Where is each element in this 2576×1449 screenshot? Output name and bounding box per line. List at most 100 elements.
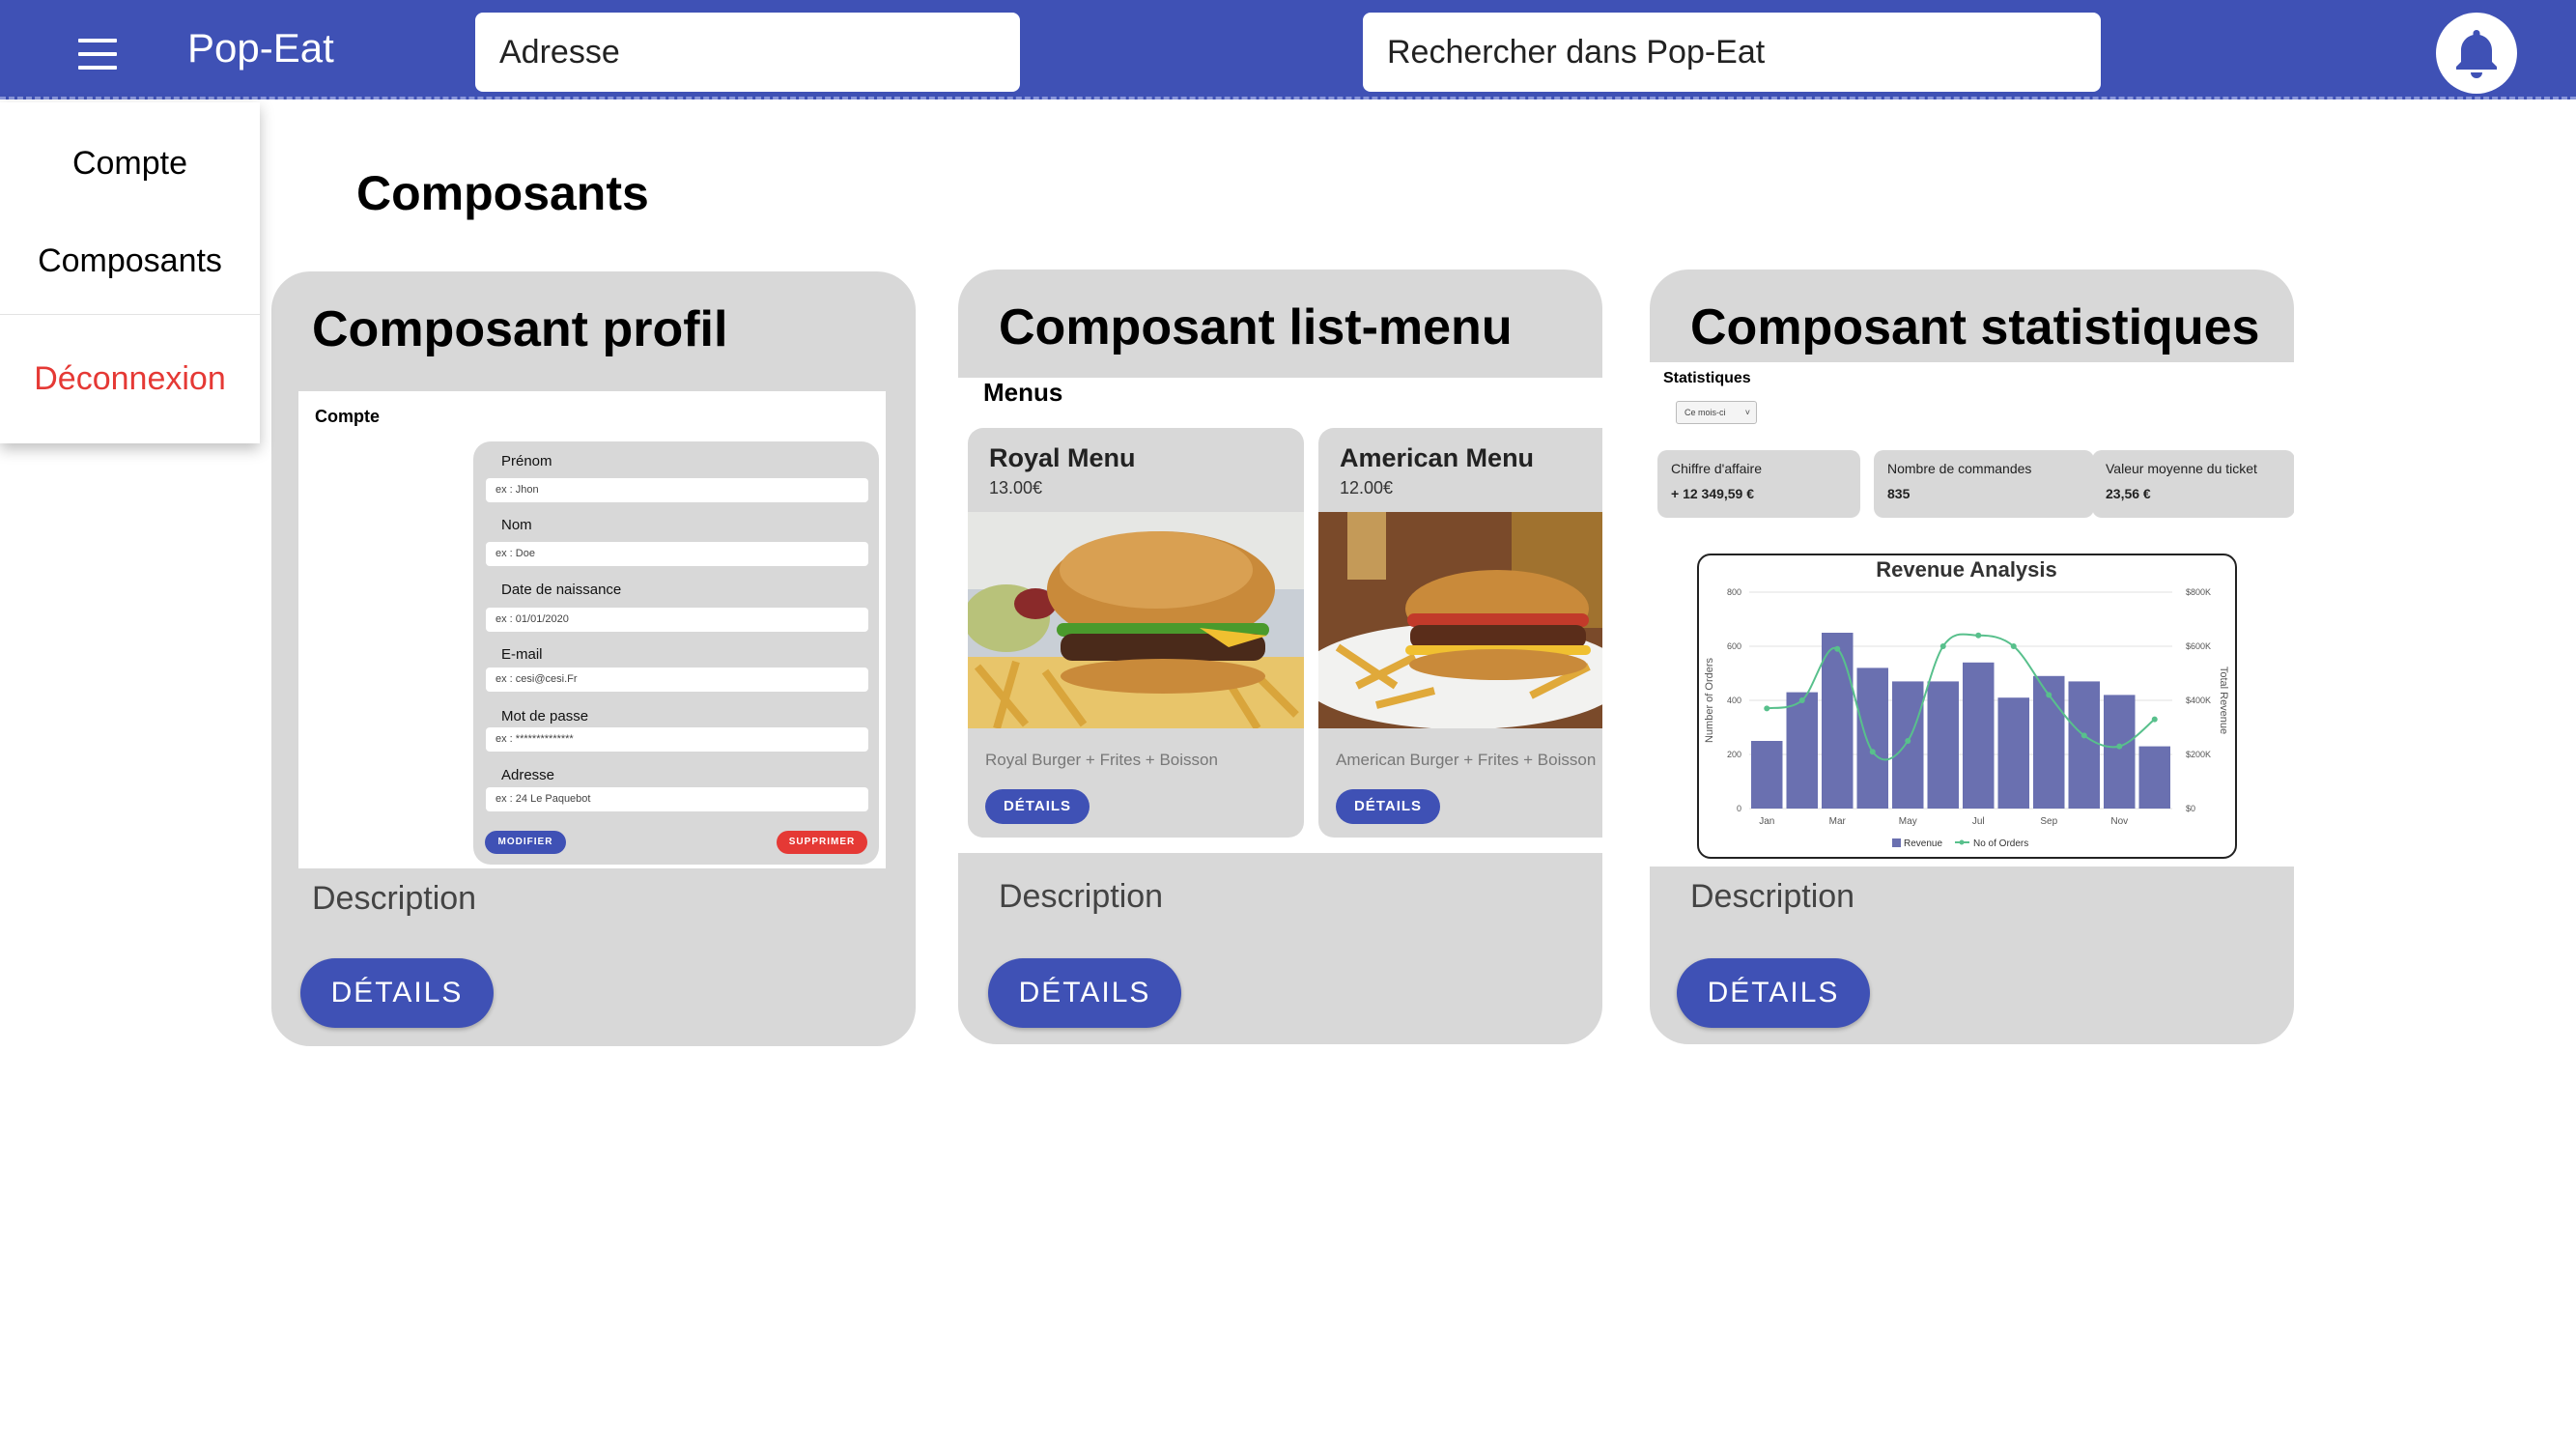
component-card-list-menu: Composant list-menu Menus Royal Menu 13.…	[958, 270, 1602, 1044]
modify-button-preview: MODIFIER	[485, 831, 566, 854]
point-orders	[1975, 632, 1982, 639]
preview-heading: Menus	[983, 378, 1063, 407]
x-tick-label: Mar	[1829, 816, 1847, 827]
field-input-preview: ex : 01/01/2020	[486, 608, 868, 632]
bar-revenue	[2104, 695, 2136, 809]
point-orders	[2010, 643, 2017, 649]
menu-details-button-preview: DÉTAILS	[985, 789, 1090, 824]
x-tick-label: Jan	[1759, 816, 1774, 827]
bar-revenue	[1963, 662, 1995, 809]
side-navigation-menu: Compte Composants Déconnexion	[0, 102, 260, 443]
point-orders	[2081, 732, 2087, 739]
y-tick-label: 0	[1737, 804, 1741, 813]
legend-label-orders: No of Orders	[1973, 838, 2028, 849]
chart-title: Revenue Analysis	[1876, 557, 2057, 582]
field-input-preview: ex : **************	[486, 727, 868, 752]
point-orders	[1798, 697, 1805, 703]
kpi-label: Nombre de commandes	[1887, 461, 2032, 476]
menu-card-preview: Royal Menu 13.00€ Royal Burger + Frites …	[968, 428, 1304, 838]
field-label: Date de naissance	[501, 582, 622, 598]
card-title: Composant profil	[312, 301, 728, 357]
field-label: Mot de passe	[501, 708, 589, 724]
notifications-button[interactable]	[2436, 13, 2517, 94]
search-input[interactable]	[1363, 13, 2101, 92]
top-app-bar: Pop-Eat	[0, 0, 2576, 99]
burger-photo	[1318, 512, 1602, 728]
field-input-preview: ex : cesi@cesi.Fr	[486, 668, 868, 692]
y-axis-label: Number of Orders	[1704, 657, 1715, 743]
bar-revenue	[2068, 681, 2100, 809]
preview-heading: Compte	[315, 407, 380, 426]
bar-revenue	[1892, 681, 1924, 809]
menu-card-preview: American Menu 12.00€ American Burger + F…	[1318, 428, 1602, 838]
point-orders	[1905, 738, 1911, 744]
kpi-card: Nombre de commandes 835	[1874, 450, 2094, 518]
menu-name: Royal Menu	[989, 443, 1136, 472]
revenue-chart: Revenue Analysis 0 $0 200 $200K 400 $400K 600 $6…	[1697, 554, 2237, 859]
point-orders	[1939, 643, 1946, 649]
bar-revenue	[1786, 692, 1818, 809]
bar-revenue	[1927, 681, 1959, 809]
details-button[interactable]: DÉTAILS	[988, 958, 1181, 1028]
menu-content: Royal Burger + Frites + Boisson	[985, 751, 1218, 769]
kpi-value: 835	[1887, 486, 1911, 501]
details-button[interactable]: DÉTAILS	[300, 958, 494, 1028]
field-label: Nom	[501, 517, 532, 533]
y2-axis-label: Total Revenue	[2218, 667, 2229, 734]
card-title: Composant list-menu	[999, 299, 1513, 355]
point-orders	[1869, 749, 1876, 755]
y2-tick-label: $200K	[2186, 750, 2211, 759]
y2-tick-label: $600K	[2186, 641, 2211, 651]
page-title: Composants	[356, 166, 649, 220]
point-orders	[2046, 692, 2052, 698]
address-input[interactable]	[475, 13, 1020, 92]
point-orders	[1834, 645, 1841, 652]
point-orders	[2116, 743, 2123, 750]
point-orders	[1764, 705, 1770, 712]
logout-button[interactable]: Déconnexion	[0, 360, 260, 398]
menu-content: American Burger + Frites + Boisson	[1336, 751, 1597, 769]
legend-swatch-revenue	[1892, 838, 1901, 847]
hamburger-menu-icon[interactable]	[64, 29, 131, 77]
kpi-card: Valeur moyenne du ticket 23,56 €	[2092, 450, 2294, 518]
field-label: Adresse	[501, 767, 555, 783]
menu-name: American Menu	[1340, 443, 1535, 472]
card-description: Description	[999, 878, 1164, 915]
menu-details-button-preview: DÉTAILS	[1336, 789, 1440, 824]
bar-revenue	[1822, 633, 1854, 809]
sidebar-divider	[0, 314, 260, 315]
sidebar-item-compte[interactable]: Compte	[0, 145, 260, 183]
y-tick-label: 800	[1727, 587, 1741, 597]
card-description: Description	[312, 880, 477, 917]
bar-revenue	[1751, 741, 1783, 809]
bar-revenue	[1997, 697, 2029, 809]
point-orders	[2151, 716, 2158, 723]
x-tick-label: Nov	[2110, 816, 2128, 827]
period-select-value: Ce mois-ci	[1684, 408, 1726, 417]
kpi-label: Chiffre d'affaire	[1671, 461, 1762, 476]
kpi-value: 23,56 €	[2106, 486, 2151, 501]
y-tick-label: 400	[1727, 696, 1741, 705]
details-button[interactable]: DÉTAILS	[1677, 958, 1870, 1028]
statistics-preview-image: Statistiques Ce mois-ci ˅ Chiffre d'affa…	[1650, 362, 2294, 867]
x-tick-label: May	[1899, 816, 1917, 827]
field-input-preview: ex : 24 Le Paquebot	[486, 787, 868, 811]
y2-tick-label: $800K	[2186, 587, 2211, 597]
list-menu-preview-image: Menus Royal Menu 13.00€ Royal Burger + F…	[958, 378, 1602, 853]
kpi-label: Valeur moyenne du ticket	[2106, 461, 2257, 476]
sidebar-item-composants[interactable]: Composants	[0, 242, 260, 280]
preview-heading: Statistiques	[1663, 370, 1751, 386]
field-input-preview: ex : Doe	[486, 542, 868, 566]
bar-revenue	[1856, 668, 1888, 809]
x-tick-label: Jul	[1972, 816, 1985, 827]
kpi-card: Chiffre d'affaire + 12 349,59 €	[1657, 450, 1860, 518]
y-tick-label: 600	[1727, 641, 1741, 651]
kpi-value: + 12 349,59 €	[1671, 486, 1755, 501]
field-label: E-mail	[501, 646, 543, 663]
menu-price: 12.00€	[1340, 478, 1394, 497]
x-tick-label: Sep	[2040, 816, 2057, 827]
app-title: Pop-Eat	[187, 25, 334, 71]
legend-marker-orders	[1959, 839, 1965, 845]
card-title: Composant statistiques	[1690, 299, 2260, 355]
y2-tick-label: $0	[2186, 804, 2195, 813]
